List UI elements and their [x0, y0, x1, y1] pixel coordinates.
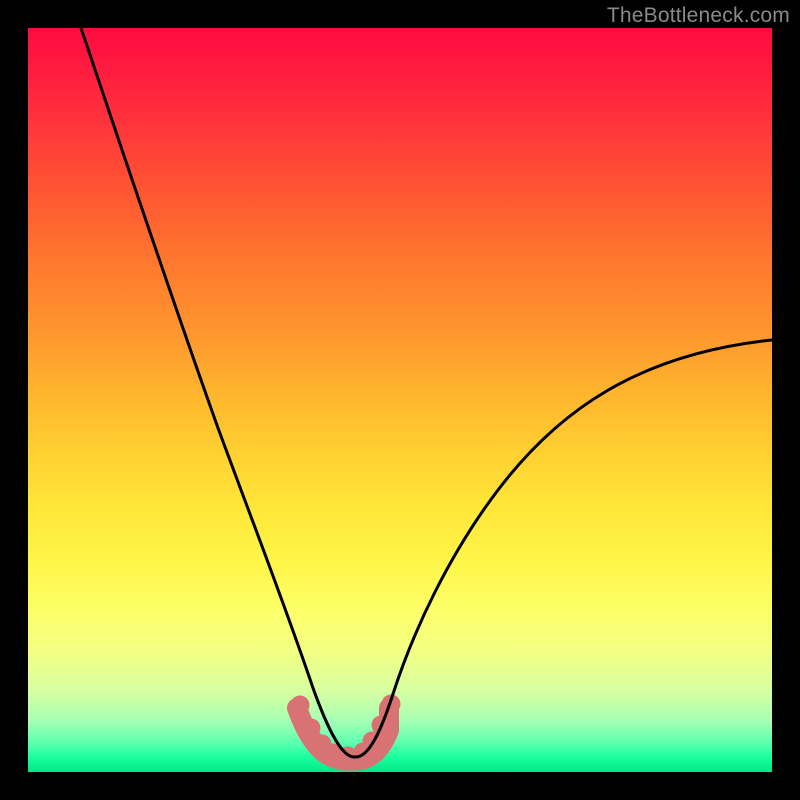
chart-frame: TheBottleneck.com — [0, 0, 800, 800]
plot-area — [28, 28, 772, 772]
left-curve — [81, 28, 355, 757]
band-dot — [291, 696, 310, 715]
band-dot — [302, 719, 321, 738]
chart-svg — [28, 28, 772, 772]
watermark-text: TheBottleneck.com — [607, 4, 790, 28]
right-curve — [355, 340, 772, 757]
